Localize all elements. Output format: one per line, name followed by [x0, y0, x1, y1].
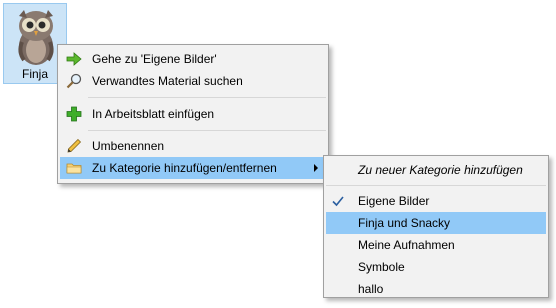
- submenu-item-category[interactable]: hallo: [326, 278, 546, 300]
- magnifier-icon: [66, 73, 82, 89]
- submenu-item-label: hallo: [358, 282, 384, 296]
- pencil-icon: [67, 138, 82, 153]
- green-plus-icon: [66, 106, 82, 122]
- submenu-item-label: Zu neuer Kategorie hinzufügen: [358, 163, 523, 177]
- menu-item-label: Zu Kategorie hinzufügen/entfernen: [92, 161, 277, 175]
- submenu-item-category[interactable]: Meine Aufnahmen: [326, 234, 546, 256]
- submenu-item-label: Symbole: [358, 260, 405, 274]
- green-arrow-right-icon: [66, 52, 82, 66]
- submenu-item-new-category[interactable]: Zu neuer Kategorie hinzufügen: [326, 159, 546, 181]
- submenu-item-category[interactable]: Eigene Bilder: [326, 190, 546, 212]
- category-submenu: Zu neuer Kategorie hinzufügen Eigene Bil…: [323, 155, 549, 298]
- menu-item-label: Verwandtes Material suchen: [92, 74, 243, 88]
- submenu-item-label: Eigene Bilder: [358, 194, 430, 208]
- owl-thumbnail-icon: [18, 10, 54, 65]
- menu-separator: [88, 130, 326, 131]
- submenu-arrow-icon: [314, 164, 318, 172]
- menu-item-find-related[interactable]: Verwandtes Material suchen: [60, 70, 326, 92]
- menu-item-rename[interactable]: Umbenennen: [60, 135, 326, 157]
- menu-item-add-remove-category[interactable]: Zu Kategorie hinzufügen/entfernen: [60, 157, 326, 179]
- folder-icon: [66, 163, 82, 174]
- menu-item-goto-own-pictures[interactable]: Gehe zu 'Eigene Bilder': [60, 48, 326, 70]
- submenu-item-category[interactable]: Symbole: [326, 256, 546, 278]
- menu-item-label: In Arbeitsblatt einfügen: [92, 107, 215, 121]
- submenu-item-label: Meine Aufnahmen: [358, 238, 455, 252]
- submenu-item-category[interactable]: Finja und Snacky: [326, 212, 546, 234]
- menu-separator: [326, 185, 546, 186]
- menu-item-label: Gehe zu 'Eigene Bilder': [92, 52, 217, 66]
- submenu-item-label: Finja und Snacky: [358, 216, 451, 230]
- menu-separator: [88, 97, 326, 98]
- menu-item-label: Umbenennen: [92, 139, 165, 153]
- checkmark-icon: [332, 196, 344, 207]
- menu-item-insert-worksheet[interactable]: In Arbeitsblatt einfügen: [60, 103, 326, 125]
- context-menu: Gehe zu 'Eigene Bilder' Verwandtes Mater…: [57, 44, 329, 184]
